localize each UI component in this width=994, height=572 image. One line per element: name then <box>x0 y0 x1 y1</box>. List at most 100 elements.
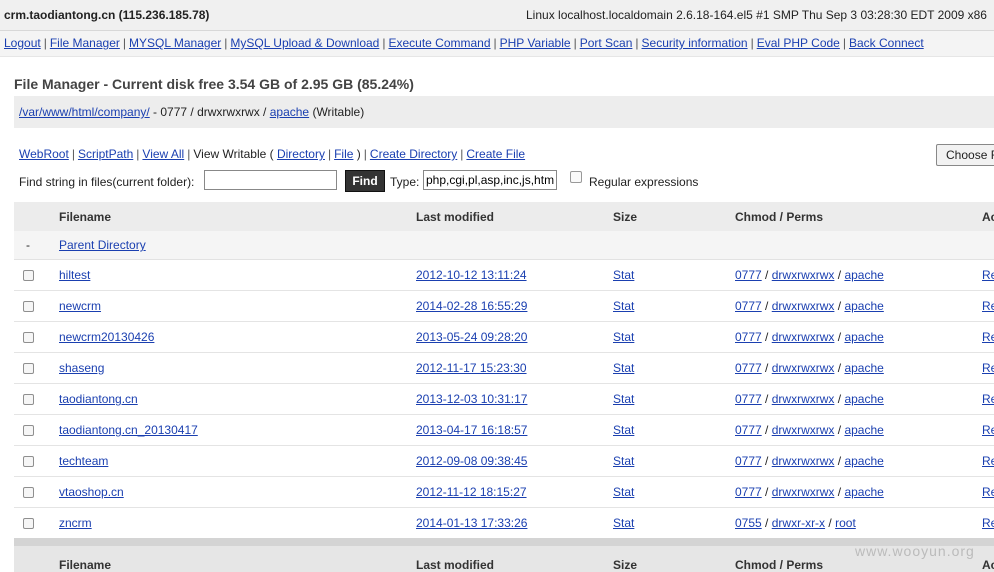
rename-link[interactable]: Rename <box>982 330 994 344</box>
last-modified-link[interactable]: 2014-02-28 16:55:29 <box>416 299 527 313</box>
file-name-link[interactable]: taodiantong.cn <box>59 392 138 406</box>
row-select-checkbox[interactable] <box>23 363 34 375</box>
parent-directory-link[interactable]: Parent Directory <box>59 238 146 252</box>
stat-link[interactable]: Stat <box>613 299 634 313</box>
owner-link[interactable]: root <box>835 516 856 530</box>
owner-link[interactable]: apache <box>844 454 883 468</box>
rename-link[interactable]: Rename <box>982 516 994 530</box>
nav-eval-php-code[interactable]: Eval PHP Code <box>757 36 840 50</box>
owner-link[interactable]: apache <box>844 423 883 437</box>
rename-link[interactable]: Rename <box>982 485 994 499</box>
file-name-link[interactable]: techteam <box>59 454 108 468</box>
perms-link[interactable]: drwxr-xr-x <box>772 516 825 530</box>
webroot-link[interactable]: WebRoot <box>19 147 69 161</box>
perms-link[interactable]: drwxrwxrwx <box>772 361 835 375</box>
last-modified-link[interactable]: 2013-04-17 16:18:57 <box>416 423 527 437</box>
chmod-link[interactable]: 0777 <box>735 268 762 282</box>
row-select-checkbox[interactable] <box>23 301 34 313</box>
perms-link[interactable]: drwxrwxrwx <box>772 299 835 313</box>
nav-mysql-upload-download[interactable]: MySQL Upload & Download <box>230 36 379 50</box>
row-select-checkbox[interactable] <box>23 487 34 499</box>
rename-link[interactable]: Rename <box>982 423 994 437</box>
perms-link[interactable]: drwxrwxrwx <box>772 268 835 282</box>
view-writable-directory-link[interactable]: Directory <box>277 147 325 161</box>
rename-link[interactable]: Rename <box>982 392 994 406</box>
chmod-link[interactable]: 0777 <box>735 423 762 437</box>
owner-link[interactable]: apache <box>844 392 883 406</box>
stat-link[interactable]: Stat <box>613 361 634 375</box>
row-select-checkbox[interactable] <box>23 270 34 282</box>
file-name-link[interactable]: taodiantong.cn_20130417 <box>59 423 198 437</box>
rename-link[interactable]: Rename <box>982 268 994 282</box>
last-modified-link[interactable]: 2014-01-13 17:33:26 <box>416 516 527 530</box>
nav-security-information[interactable]: Security information <box>642 36 748 50</box>
owner-link[interactable]: apache <box>844 299 883 313</box>
stat-link[interactable]: Stat <box>613 516 634 530</box>
stat-link[interactable]: Stat <box>613 423 634 437</box>
chmod-link[interactable]: 0777 <box>735 299 762 313</box>
file-name-link[interactable]: newcrm <box>59 299 101 313</box>
file-type-input[interactable] <box>423 170 557 190</box>
last-modified-link[interactable]: 2013-12-03 10:31:17 <box>416 392 527 406</box>
find-string-input[interactable] <box>204 170 337 190</box>
last-modified-link[interactable]: 2012-11-12 18:15:27 <box>416 485 527 499</box>
perms-link[interactable]: drwxrwxrwx <box>772 485 835 499</box>
last-modified-link[interactable]: 2012-11-17 15:23:30 <box>416 361 527 375</box>
stat-link[interactable]: Stat <box>613 454 634 468</box>
current-path-link[interactable]: /var/www/html/company/ <box>19 105 150 119</box>
stat-link[interactable]: Stat <box>613 485 634 499</box>
last-modified-link[interactable]: 2013-05-24 09:28:20 <box>416 330 527 344</box>
owner-link[interactable]: apache <box>844 361 883 375</box>
create-directory-link[interactable]: Create Directory <box>370 147 457 161</box>
file-name-link[interactable]: vtaoshop.cn <box>59 485 124 499</box>
row-select-checkbox[interactable] <box>23 425 34 437</box>
header-last-modified: Last modified <box>416 202 613 231</box>
file-table: Filename Last modified Size Chmod / Perm… <box>14 202 994 572</box>
nav-back-connect[interactable]: Back Connect <box>849 36 924 50</box>
scriptpath-link[interactable]: ScriptPath <box>78 147 133 161</box>
file-name-link[interactable]: zncrm <box>59 516 92 530</box>
owner-link[interactable]: apache <box>844 485 883 499</box>
view-writable-file-link[interactable]: File <box>334 147 353 161</box>
chmod-link[interactable]: 0777 <box>735 454 762 468</box>
file-name-link[interactable]: newcrm20130426 <box>59 330 154 344</box>
nav-port-scan[interactable]: Port Scan <box>580 36 633 50</box>
perms-link[interactable]: drwxrwxrwx <box>772 330 835 344</box>
perms-link[interactable]: drwxrwxrwx <box>772 423 835 437</box>
chmod-link[interactable]: 0777 <box>735 392 762 406</box>
owner-link[interactable]: apache <box>844 268 883 282</box>
rename-link[interactable]: Rename <box>982 299 994 313</box>
path-writable: (Writable) <box>309 105 365 119</box>
chmod-link[interactable]: 0777 <box>735 485 762 499</box>
chmod-link[interactable]: 0777 <box>735 361 762 375</box>
nav-file-manager[interactable]: File Manager <box>50 36 120 50</box>
chmod-link[interactable]: 0777 <box>735 330 762 344</box>
row-select-checkbox[interactable] <box>23 394 34 406</box>
stat-link[interactable]: Stat <box>613 268 634 282</box>
choose-file-button[interactable]: Choose File <box>936 144 994 166</box>
stat-link[interactable]: Stat <box>613 392 634 406</box>
rename-link[interactable]: Rename <box>982 361 994 375</box>
view-all-link[interactable]: View All <box>142 147 184 161</box>
nav-mysql-manager[interactable]: MYSQL Manager <box>129 36 221 50</box>
row-select-checkbox[interactable] <box>23 332 34 344</box>
stat-link[interactable]: Stat <box>613 330 634 344</box>
nav-execute-command[interactable]: Execute Command <box>388 36 490 50</box>
owner-link[interactable]: apache <box>844 330 883 344</box>
row-select-checkbox[interactable] <box>23 518 34 530</box>
row-select-checkbox[interactable] <box>23 456 34 468</box>
perms-link[interactable]: drwxrwxrwx <box>772 454 835 468</box>
create-file-link[interactable]: Create File <box>466 147 525 161</box>
find-button[interactable]: Find <box>345 170 385 192</box>
perms-link[interactable]: drwxrwxrwx <box>772 392 835 406</box>
nav-php-variable[interactable]: PHP Variable <box>500 36 571 50</box>
last-modified-link[interactable]: 2012-10-12 13:11:24 <box>416 268 527 282</box>
path-owner-link[interactable]: apache <box>270 105 309 119</box>
last-modified-link[interactable]: 2012-09-08 09:38:45 <box>416 454 527 468</box>
file-name-link[interactable]: shaseng <box>59 361 104 375</box>
file-name-link[interactable]: hiltest <box>59 268 90 282</box>
regex-checkbox[interactable] <box>570 171 582 183</box>
chmod-link[interactable]: 0755 <box>735 516 762 530</box>
rename-link[interactable]: Rename <box>982 454 994 468</box>
nav-logout[interactable]: Logout <box>4 36 41 50</box>
